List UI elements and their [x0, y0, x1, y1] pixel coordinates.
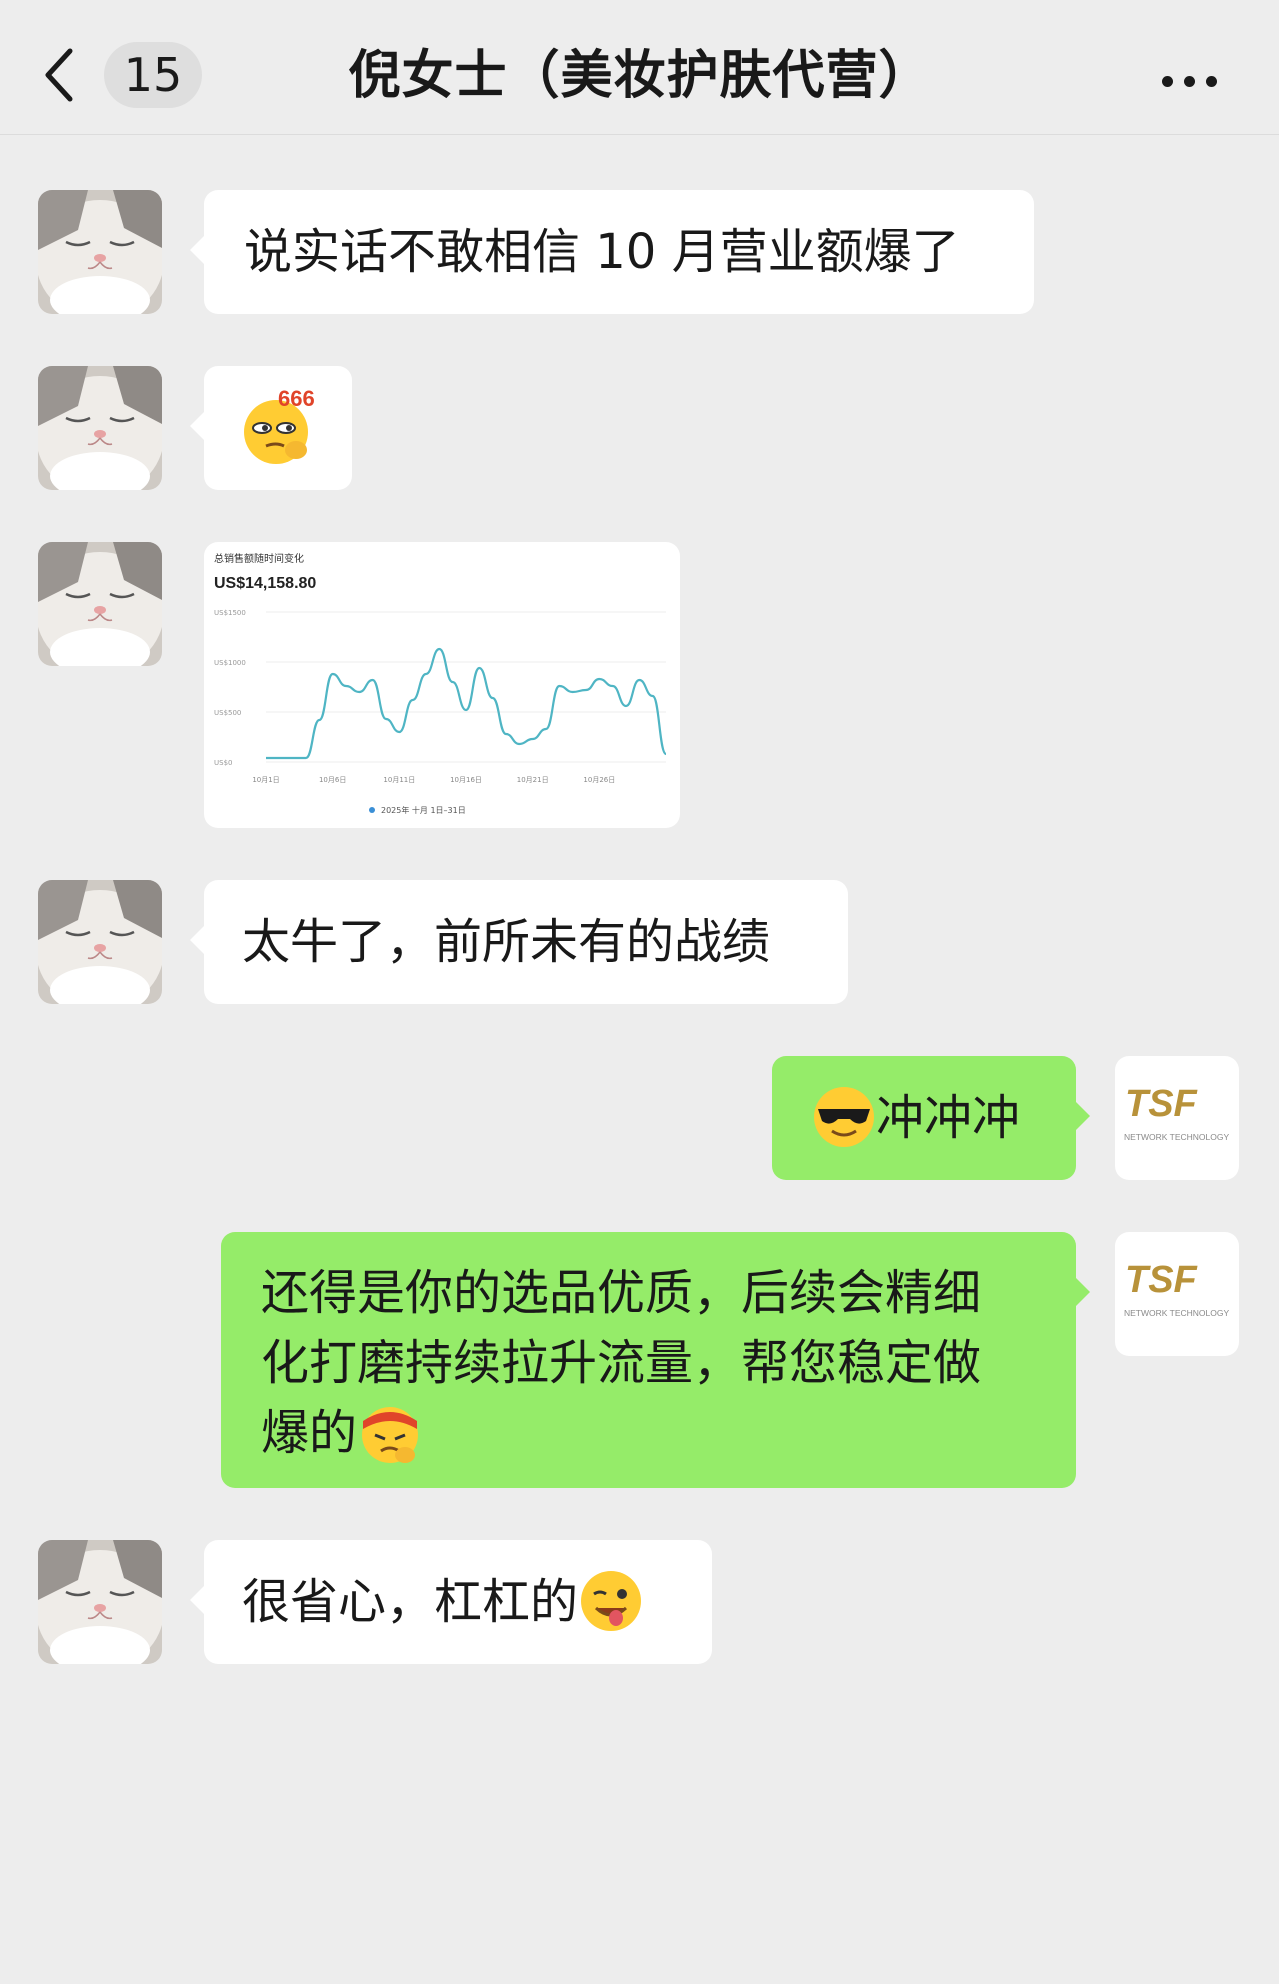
chart-total: US$14,158.80 [214, 575, 316, 592]
y-tick-label: US$1000 [214, 659, 246, 667]
message-bubble[interactable]: 还得是你的选品优质，后续会精细 化打磨持续拉升流量，帮您稳定做 爆的 [221, 1232, 1090, 1488]
message-bubble[interactable]: 太牛了，前所未有的战绩 [190, 880, 848, 1004]
x-tick-label: 10月11日 [383, 776, 415, 784]
winking-tongue-emoji-icon [581, 1571, 642, 1631]
message-bubble[interactable]: 说实话不敢相信 10 月营业额爆了 [190, 190, 1034, 314]
unread-count-badge[interactable]: 15 [104, 42, 202, 108]
contact-avatar[interactable] [38, 1540, 162, 1664]
chat-header: 15 倪女士（美妆护肤代营） [0, 0, 1279, 135]
chat-title: 倪女士（美妆护肤代营） [348, 46, 932, 106]
x-tick-label: 10月1日 [252, 776, 279, 784]
x-tick-label: 10月26日 [583, 776, 615, 784]
headband-emoji-icon [362, 1407, 419, 1463]
x-tick-label: 10月16日 [450, 776, 482, 784]
sales-line-chart: 总销售额随时间变化 US$14,158.80 US$1500 US$1000 US$… [214, 552, 668, 815]
thinking-666-emoji-icon: 666 [244, 388, 315, 464]
message-text: 太牛了，前所未有的战绩 [242, 914, 771, 970]
more-options-icon[interactable] [1160, 70, 1220, 94]
y-tick-label: US$500 [214, 709, 241, 717]
message-line-last: 爆的 [261, 1398, 1036, 1468]
contact-avatar[interactable] [38, 366, 162, 490]
contact-avatar[interactable] [38, 880, 162, 1004]
tsf-logo-text: TSF [1125, 1259, 1199, 1301]
chart-image-message[interactable]: 总销售额随时间变化 US$14,158.80 US$1500 US$1000 US$… [204, 542, 680, 828]
chart-title: 总销售额随时间变化 [214, 552, 304, 565]
contact-avatar[interactable] [38, 542, 162, 666]
series-line [265, 647, 668, 760]
tsf-subtitle: NETWORK TECHNOLOGY [1124, 1308, 1229, 1318]
message-text: 冲冲冲 [876, 1090, 1021, 1146]
emoji-666-text: 666 [278, 388, 315, 411]
tsf-avatar[interactable]: TSF NETWORK TECHNOLOGY [1115, 1232, 1239, 1356]
sunglasses-emoji-icon [814, 1087, 874, 1147]
message-line: 化打磨持续拉升流量，帮您稳定做 [261, 1335, 982, 1391]
message-text: 说实话不敢相信 10 月营业额爆了 [244, 224, 960, 280]
message-bubble[interactable]: 很省心，杠杠的 [190, 1540, 712, 1664]
message-text: 很省心，杠杠的 [242, 1574, 579, 1630]
tsf-logo-text: TSF [1125, 1083, 1199, 1125]
legend-dot [369, 807, 375, 813]
back-chevron-icon[interactable] [40, 45, 80, 105]
message-line: 还得是你的选品优质，后续会精细 [261, 1265, 982, 1321]
tsf-avatar[interactable]: TSF NETWORK TECHNOLOGY [1115, 1056, 1239, 1180]
legend-label: 2025年 十月 1日–31日 [381, 805, 466, 815]
y-tick-label: US$0 [214, 759, 232, 767]
x-tick-label: 10月6日 [319, 776, 346, 784]
contact-avatar[interactable] [38, 190, 162, 314]
message-bubble[interactable]: 666 [190, 366, 352, 490]
message-bubble[interactable]: 冲冲冲 [772, 1056, 1090, 1180]
tsf-subtitle: NETWORK TECHNOLOGY [1124, 1132, 1229, 1142]
y-tick-label: US$1500 [214, 609, 246, 617]
message-line: 爆的 [261, 1405, 358, 1461]
x-tick-label: 10月21日 [517, 776, 549, 784]
